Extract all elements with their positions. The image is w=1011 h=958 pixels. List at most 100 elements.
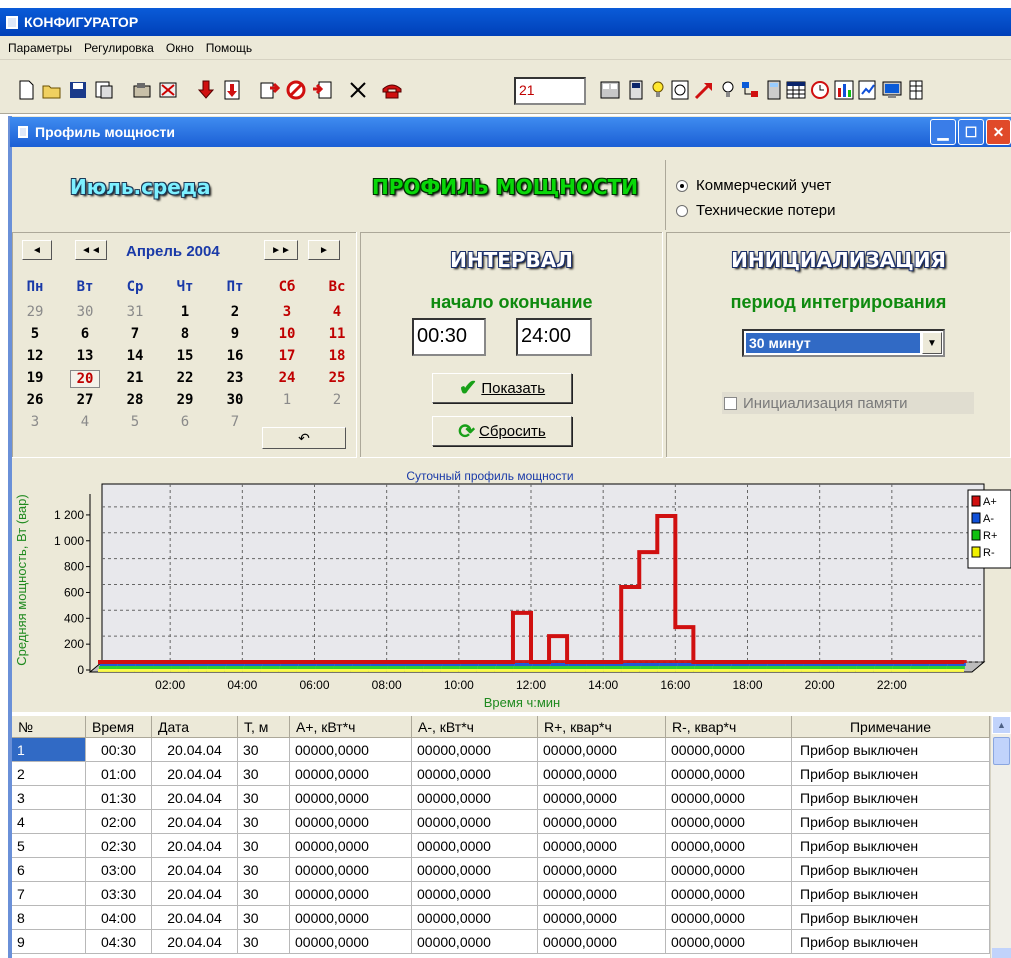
- table-cell[interactable]: 6: [12, 858, 86, 882]
- calendar-day[interactable]: 7: [220, 414, 250, 430]
- calendar-day[interactable]: 21: [120, 370, 150, 386]
- calendar-day[interactable]: 3: [272, 304, 302, 320]
- table-cell[interactable]: 00000,0000: [666, 762, 792, 786]
- radio-commercial-dot[interactable]: [676, 179, 688, 192]
- next-year-button[interactable]: ►►: [264, 240, 298, 260]
- table-cell[interactable]: 00000,0000: [290, 810, 412, 834]
- table-cell[interactable]: 30: [238, 738, 290, 762]
- arrow-icon[interactable]: [692, 78, 716, 102]
- calendar-day[interactable]: 25: [322, 370, 352, 386]
- scroll-up-icon[interactable]: ▲: [992, 716, 1011, 734]
- calendar-day[interactable]: 27: [70, 392, 100, 408]
- calendar-day[interactable]: 6: [170, 414, 200, 430]
- calendar-day[interactable]: 9: [220, 326, 250, 342]
- table-cell[interactable]: 00000,0000: [666, 858, 792, 882]
- reset-button[interactable]: ⟳ Сбросить: [432, 416, 572, 446]
- memory-init-checkbox[interactable]: Инициализация памяти: [722, 392, 974, 414]
- open-folder-icon[interactable]: [40, 78, 64, 102]
- calendar-day[interactable]: 16: [220, 348, 250, 364]
- bar-chart-icon[interactable]: [832, 78, 856, 102]
- table-cell[interactable]: 00000,0000: [412, 834, 538, 858]
- report-icon[interactable]: [856, 78, 880, 102]
- table-cell[interactable]: 00000,0000: [412, 906, 538, 930]
- calendar-day[interactable]: 5: [120, 414, 150, 430]
- device-delete-icon[interactable]: [156, 78, 180, 102]
- calendar-day[interactable]: 22: [170, 370, 200, 386]
- calendar-day[interactable]: 23: [220, 370, 250, 386]
- calendar-day[interactable]: 10: [272, 326, 302, 342]
- table-cell[interactable]: 30: [238, 906, 290, 930]
- table-cell[interactable]: 00000,0000: [290, 858, 412, 882]
- table-cell[interactable]: 00000,0000: [666, 738, 792, 762]
- table-cell[interactable]: 20.04.04: [152, 834, 238, 858]
- calculator-icon[interactable]: [762, 78, 786, 102]
- lightbulb-icon[interactable]: [646, 78, 670, 102]
- calendar-day[interactable]: 13: [70, 348, 100, 364]
- table-cell[interactable]: 00000,0000: [290, 882, 412, 906]
- table-cell[interactable]: 00000,0000: [412, 858, 538, 882]
- table-cell[interactable]: 8: [12, 906, 86, 930]
- calendar-day[interactable]: 8: [170, 326, 200, 342]
- table-cell[interactable]: 04:30: [86, 930, 152, 954]
- table-cell[interactable]: 00000,0000: [290, 786, 412, 810]
- column-header[interactable]: Дата: [152, 716, 238, 738]
- calendar-day[interactable]: 6: [70, 326, 100, 342]
- settings-pc-icon[interactable]: [880, 78, 904, 102]
- calendar-day[interactable]: 31: [120, 304, 150, 320]
- table-cell[interactable]: 20.04.04: [152, 786, 238, 810]
- table-cell[interactable]: 00000,0000: [538, 834, 666, 858]
- table-cell[interactable]: 00000,0000: [412, 762, 538, 786]
- column-header[interactable]: R-, квар*ч: [666, 716, 792, 738]
- close-x-icon[interactable]: [346, 78, 370, 102]
- calendar-day[interactable]: 5: [20, 326, 50, 342]
- prev-month-button[interactable]: ◄: [22, 240, 52, 260]
- column-header[interactable]: Время: [86, 716, 152, 738]
- column-header[interactable]: Примечание: [792, 716, 990, 738]
- table-cell[interactable]: 04:00: [86, 906, 152, 930]
- clock-page-icon[interactable]: [668, 78, 692, 102]
- table-icon[interactable]: [904, 78, 928, 102]
- table-cell[interactable]: 20.04.04: [152, 858, 238, 882]
- calendar-day[interactable]: 15: [170, 348, 200, 364]
- table-cell[interactable]: Прибор выключен: [792, 882, 990, 906]
- column-header[interactable]: R+, квар*ч: [538, 716, 666, 738]
- new-document-icon[interactable]: [14, 78, 38, 102]
- memory-init-checkbox-box[interactable]: [724, 396, 737, 410]
- device-read-icon[interactable]: [130, 78, 154, 102]
- calendar-day[interactable]: 20: [70, 370, 100, 388]
- interval-end-input[interactable]: 24:00: [516, 318, 592, 356]
- table-cell[interactable]: Прибор выключен: [792, 834, 990, 858]
- calendar-day[interactable]: 19: [20, 370, 50, 386]
- menu-item-help[interactable]: Помощь: [200, 41, 258, 55]
- table-cell[interactable]: 30: [238, 834, 290, 858]
- table-cell[interactable]: 00000,0000: [538, 762, 666, 786]
- table-cell[interactable]: 00000,0000: [538, 906, 666, 930]
- interval-start-input[interactable]: 00:30: [412, 318, 486, 356]
- table-cell[interactable]: 2: [12, 762, 86, 786]
- calendar-grid-icon[interactable]: [784, 78, 808, 102]
- table-cell[interactable]: 00000,0000: [412, 738, 538, 762]
- column-header[interactable]: А-, кВт*ч: [412, 716, 538, 738]
- minimize-button[interactable]: ▁: [930, 119, 956, 145]
- calendar-day[interactable]: 26: [20, 392, 50, 408]
- calendar-day[interactable]: 30: [220, 392, 250, 408]
- table-cell[interactable]: 00000,0000: [538, 882, 666, 906]
- table-cell[interactable]: 00000,0000: [666, 930, 792, 954]
- calendar-day[interactable]: 3: [20, 414, 50, 430]
- download-page-icon[interactable]: [220, 78, 244, 102]
- table-cell[interactable]: 00000,0000: [538, 786, 666, 810]
- prev-year-button[interactable]: ◄◄: [75, 240, 107, 260]
- table-cell[interactable]: Прибор выключен: [792, 930, 990, 954]
- period-select[interactable]: 30 минут ▼: [742, 329, 945, 357]
- calendar-day[interactable]: 29: [170, 392, 200, 408]
- table-cell[interactable]: 00000,0000: [666, 882, 792, 906]
- calendar-today-button[interactable]: ↶: [262, 427, 346, 449]
- table-cell[interactable]: 00000,0000: [290, 930, 412, 954]
- phone-icon[interactable]: [380, 78, 404, 102]
- table-cell[interactable]: 30: [238, 858, 290, 882]
- column-header[interactable]: А+, кВт*ч: [290, 716, 412, 738]
- menu-item-regulation[interactable]: Регулировка: [78, 41, 160, 55]
- table-cell[interactable]: 30: [238, 786, 290, 810]
- table-cell[interactable]: 00000,0000: [666, 906, 792, 930]
- upload-icon[interactable]: [258, 78, 282, 102]
